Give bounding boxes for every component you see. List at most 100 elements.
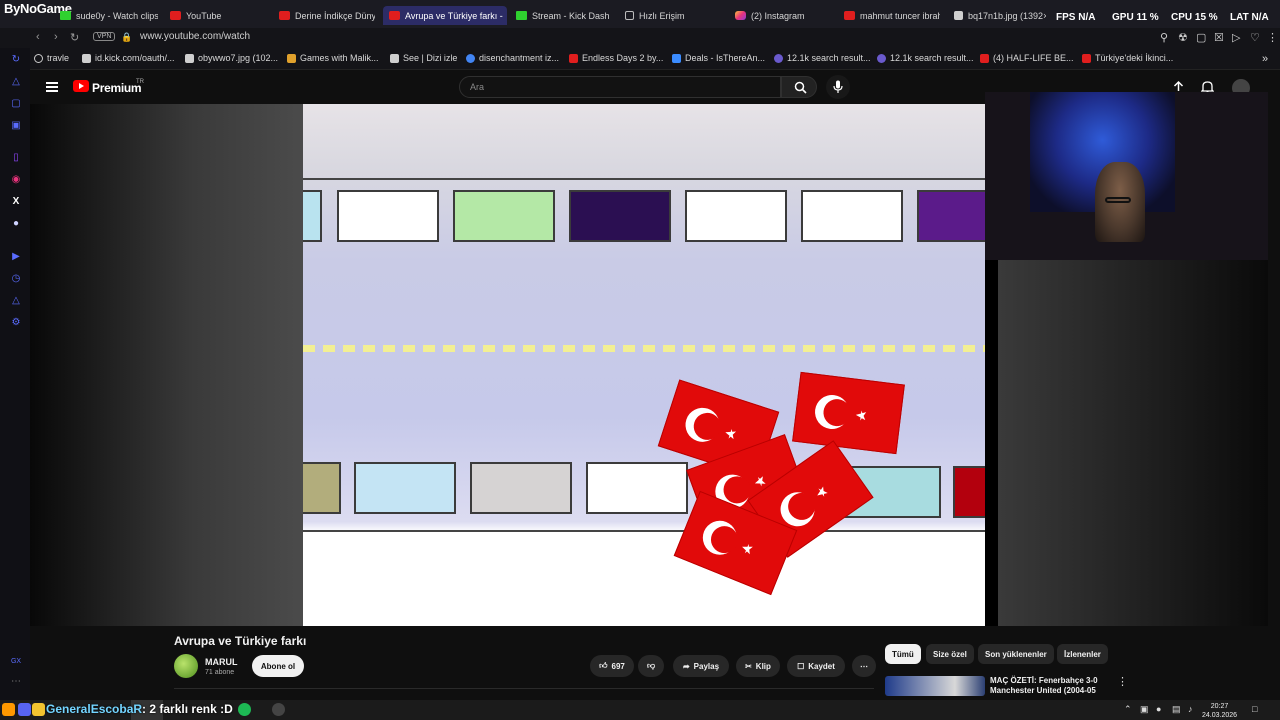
network-icon[interactable]: ▤ <box>1172 704 1181 715</box>
tab-instagram[interactable]: (2) Instagram <box>735 6 825 25</box>
system-clock[interactable]: 20:27 24.03.2026 <box>1202 702 1237 720</box>
menu-icon[interactable] <box>46 82 58 92</box>
video-frame[interactable] <box>303 104 985 626</box>
discord-icon[interactable]: ● <box>10 218 22 230</box>
zoom-icon[interactable]: ⚲ <box>1160 31 1168 44</box>
recommendation-menu-icon[interactable]: ⋮ <box>1117 675 1128 688</box>
aria-icon[interactable]: ▢ <box>10 98 22 110</box>
bookmarks-bar: travle id.kick.com/oauth/... obywwo7.jpg… <box>0 48 1280 70</box>
x-icon[interactable]: X <box>10 196 22 208</box>
like-button[interactable]: 👍︎ 697 <box>590 655 634 677</box>
tab-image-file[interactable]: bq17n1b.jpg (1392×7 <box>954 6 1046 25</box>
chip-all[interactable]: Tümü <box>885 644 921 664</box>
cube-icon[interactable]: △ <box>10 295 22 307</box>
home-icon[interactable]: ↻ <box>10 54 22 66</box>
play-icon[interactable]: ▷ <box>1232 31 1240 44</box>
bookmark-item[interactable]: Türkiye'deki İkinci... <box>1082 53 1173 63</box>
recommendation-thumbnail[interactable] <box>885 676 985 696</box>
webcam-overlay <box>985 92 1268 260</box>
vpn-badge[interactable]: VPN <box>93 32 116 41</box>
forward-icon[interactable]: › <box>54 31 58 43</box>
pin-icon[interactable]: ☢ <box>1178 31 1188 44</box>
search-box <box>459 76 781 98</box>
tab-youtube[interactable]: YouTube <box>170 6 240 25</box>
tab-sude0y[interactable]: sude0y - Watch clips <box>60 6 158 25</box>
tab-mahmut-tuncer[interactable]: mahmut tuncer ibrah <box>844 6 940 25</box>
tab-avrupa-ve-turkiye[interactable]: Avrupa ve Türkiye farkı - <box>383 6 507 25</box>
browser-sidebar: ↻ △ ▢ ▣ ▯ ◉ X ● ▶ ◷ △ ⚙ GX ⋯ <box>0 48 30 700</box>
close-box-icon[interactable]: ☒ <box>1214 31 1224 44</box>
tab-kick-dashboard[interactable]: Stream - Kick Dashbo <box>516 6 610 25</box>
globe-icon <box>34 53 43 63</box>
voice-search-button[interactable] <box>826 75 850 99</box>
menu-dots-icon[interactable]: ⋮ <box>1267 31 1278 44</box>
reload-icon[interactable]: ↻ <box>70 31 79 44</box>
settings-icon[interactable]: ⚙ <box>10 317 22 329</box>
share-button[interactable]: ➦ Paylaş <box>673 655 729 677</box>
search-input[interactable] <box>460 77 780 97</box>
kick-icon <box>516 11 527 20</box>
bookmark-item[interactable]: (4) HALF-LIFE BE... <box>980 53 1074 63</box>
video-title: Avrupa ve Türkiye farkı <box>174 634 307 648</box>
channel-name[interactable]: MARUL <box>205 657 238 667</box>
back-icon[interactable]: ‹ <box>36 31 40 43</box>
tray-app-icon[interactable]: ▣ <box>1140 704 1149 715</box>
bookmark-item[interactable]: See | Dizi izle <box>390 53 457 63</box>
spotify-icon[interactable] <box>238 703 251 716</box>
bookmark-item[interactable]: id.kick.com/oauth/... <box>82 53 175 63</box>
youtube-brand[interactable]: Premium <box>92 81 142 95</box>
bookmark-item[interactable]: Endless Days 2 by... <box>569 53 663 63</box>
bookmark-item[interactable]: obywwo7.jpg (102... <box>185 53 278 63</box>
tab-derine-indikce[interactable]: Derine İndikçe Dünya <box>279 6 375 25</box>
bookmark-item[interactable]: travle <box>34 53 69 63</box>
bookmark-item[interactable]: 12.1k search result... <box>774 53 871 63</box>
mic-tray-icon[interactable]: ● <box>1156 704 1161 714</box>
google-icon <box>466 53 475 63</box>
channel-avatar[interactable] <box>174 654 198 678</box>
recommendation-title[interactable]: MAÇ ÖZETİ: Fenerbahçe 3-0 Manchester Uni… <box>990 676 1120 696</box>
bookmark-item[interactable]: disenchantment iz... <box>466 53 559 63</box>
app-icon[interactable] <box>18 703 31 716</box>
clip-button[interactable]: ✂ Klip <box>736 655 780 677</box>
region-code: TR <box>136 79 144 85</box>
chip-for-you[interactable]: Size özel <box>926 644 974 664</box>
instagram-icon[interactable]: ◉ <box>10 174 22 186</box>
gx-icon[interactable]: GX <box>10 656 22 668</box>
play-circle-icon[interactable]: ▶ <box>10 251 22 263</box>
subscribe-button[interactable]: Abone ol <box>252 655 304 677</box>
document-icon <box>390 53 399 63</box>
bookmark-item[interactable]: Games with Malik... <box>287 53 379 63</box>
lock-icon[interactable]: 🔒 <box>121 32 132 43</box>
url-field[interactable]: www.youtube.com/watch <box>140 31 250 42</box>
tab-hizli-erisim[interactable]: Hızlı Erişim <box>625 6 695 25</box>
folder-icon[interactable] <box>32 703 45 716</box>
volume-icon[interactable]: ♪ <box>1188 704 1193 714</box>
save-button[interactable]: ☐ Kaydet <box>787 655 845 677</box>
history-icon[interactable]: ◷ <box>10 273 22 285</box>
bookmark-item[interactable]: Deals - IsThereAn... <box>672 53 765 63</box>
fps-readout: FPS N/A <box>1056 12 1096 23</box>
clock-date: 24.03.2026 <box>1202 712 1238 719</box>
youtube-logo-icon[interactable] <box>73 80 89 92</box>
player-icon[interactable]: △ <box>10 76 22 88</box>
search-button[interactable] <box>781 76 817 98</box>
heart-icon[interactable]: ♡ <box>1250 31 1260 44</box>
tray-overflow-icon[interactable]: ⌃ <box>1124 704 1132 715</box>
more-actions-button[interactable]: ⋯ <box>852 655 876 677</box>
obs-icon[interactable] <box>272 703 285 716</box>
twitch-icon[interactable]: ▯ <box>10 152 22 164</box>
dislike-button[interactable]: 👎︎ <box>638 655 664 677</box>
bookmarks-overflow-icon[interactable]: » <box>1262 53 1268 65</box>
chip-recently-uploaded[interactable]: Son yüklenenler <box>978 644 1054 664</box>
bookmark-item[interactable]: 12.1k search result... <box>877 53 974 63</box>
chip-watched[interactable]: İzlenenler <box>1057 644 1108 664</box>
app-icon[interactable] <box>2 703 15 716</box>
notification-center-icon[interactable]: □ <box>1252 704 1257 714</box>
car <box>337 190 439 242</box>
snapshot-icon[interactable]: ▢ <box>1196 31 1206 44</box>
car <box>303 462 341 514</box>
video-player[interactable] <box>30 92 1268 626</box>
more-icon[interactable]: ⋯ <box>10 676 22 688</box>
messenger-icon[interactable]: ▣ <box>10 120 22 132</box>
turkish-flag <box>792 371 905 455</box>
